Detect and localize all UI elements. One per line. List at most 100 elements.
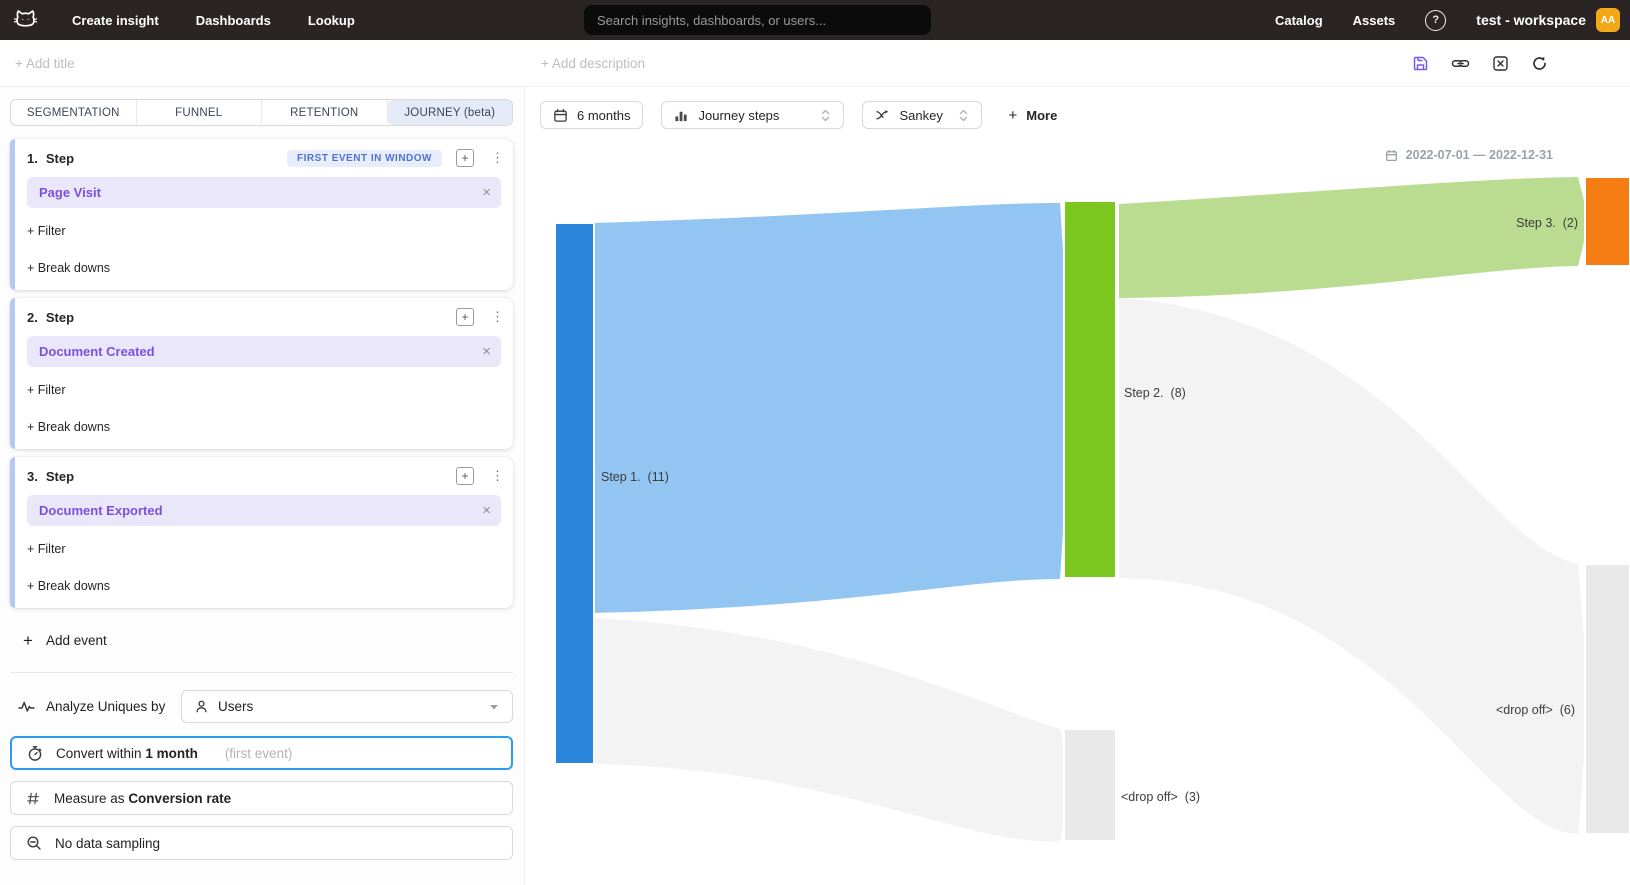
add-step-event-button[interactable]: + (456, 467, 474, 485)
date-range-text: 2022-07-01 — 2022-12-31 (1406, 148, 1553, 162)
workspace-name: test - workspace (1476, 12, 1586, 28)
add-breakdown-link[interactable]: + Break downs (27, 420, 501, 434)
nav-assets[interactable]: Assets (1353, 13, 1396, 28)
bar-chart-icon (674, 108, 689, 123)
insight-header-bar: + Add title + Add description (0, 40, 1630, 86)
flow-step1-step2[interactable] (594, 203, 1072, 613)
date-range-display: 2022-07-01 — 2022-12-31 (540, 147, 1630, 163)
help-icon[interactable]: ? (1425, 10, 1446, 31)
node-step2[interactable] (1064, 201, 1116, 578)
event-name: Page Visit (39, 185, 101, 200)
step-header: 3. Step + ⋮ (27, 467, 501, 485)
event-name: Document Exported (39, 503, 163, 518)
step-menu-icon[interactable]: ⋮ (491, 150, 501, 166)
add-step-event-button[interactable]: + (456, 149, 474, 167)
close-icon[interactable]: × (482, 184, 491, 201)
chart-type-select[interactable]: Journey steps (661, 101, 844, 129)
flow-step2-step3[interactable] (1119, 177, 1589, 298)
stopwatch-icon (27, 745, 43, 762)
nav-create-insight[interactable]: Create insight (72, 13, 159, 28)
nav-lookup[interactable]: Lookup (308, 13, 355, 28)
event-name: Document Created (39, 344, 155, 359)
label-dropoff-step1: <drop off> (3) (1121, 790, 1200, 804)
tab-segmentation[interactable]: SEGMENTATION (11, 100, 137, 125)
workspace-menu[interactable]: test - workspace AA (1476, 8, 1620, 32)
viz-type-select[interactable]: Sankey (862, 101, 982, 129)
more-label: More (1026, 108, 1057, 123)
calendar-icon (553, 108, 568, 123)
tab-funnel[interactable]: FUNNEL (137, 100, 263, 125)
add-breakdown-link[interactable]: + Break downs (27, 261, 501, 275)
add-title-field[interactable]: + Add title (15, 56, 75, 71)
node-dropoff-step2[interactable] (1585, 564, 1629, 834)
chevron-updown-icon (958, 108, 969, 123)
step-index: 2. (27, 310, 38, 325)
node-step1[interactable] (555, 223, 594, 764)
measure-text: Measure as Conversion rate (54, 791, 231, 806)
nav-dashboards[interactable]: Dashboards (196, 13, 271, 28)
global-search-input[interactable]: Search insights, dashboards, or users... (584, 5, 931, 35)
plus-icon: + (1008, 107, 1017, 124)
close-icon[interactable]: × (482, 502, 491, 519)
step-title: Step (46, 469, 74, 484)
step-card-2: 2. Step + ⋮ Document Created × + Filter … (10, 298, 513, 449)
event-pill[interactable]: Document Exported × (27, 495, 501, 526)
insight-actions (1412, 55, 1548, 72)
convert-value: 1 month (145, 746, 198, 761)
analyze-by-value: Users (218, 699, 253, 714)
query-builder-panel: SEGMENTATION FUNNEL RETENTION JOURNEY (b… (0, 87, 525, 885)
tab-retention[interactable]: RETENTION (262, 100, 388, 125)
add-breakdown-link[interactable]: + Break downs (27, 579, 501, 593)
save-icon[interactable] (1412, 55, 1429, 72)
step-menu-icon[interactable]: ⋮ (491, 309, 501, 325)
avatar[interactable]: AA (1596, 8, 1620, 32)
top-nav-menu: Create insight Dashboards Lookup (72, 13, 355, 28)
refresh-icon[interactable] (1531, 55, 1548, 72)
step-menu-icon[interactable]: ⋮ (491, 468, 501, 484)
link-icon[interactable] (1451, 55, 1470, 72)
convert-within-setting[interactable]: Convert within 1 month (first event) (10, 736, 513, 770)
more-button[interactable]: + More (1008, 107, 1057, 124)
date-range-button[interactable]: 6 months (540, 101, 643, 129)
step-card-3: 3. Step + ⋮ Document Exported × + Filter… (10, 457, 513, 608)
node-step3[interactable] (1585, 177, 1629, 266)
add-description-field[interactable]: + Add description (541, 56, 645, 71)
flow-step2-dropoff[interactable] (1119, 298, 1589, 834)
event-pill[interactable]: Document Created × (27, 336, 501, 367)
analyze-by-select[interactable]: Users (181, 690, 513, 723)
close-icon[interactable]: × (482, 343, 491, 360)
step-header: 1. Step FIRST EVENT IN WINDOW + ⋮ (27, 149, 501, 167)
flow-step1-dropoff[interactable] (594, 618, 1072, 841)
sampling-label: No data sampling (55, 836, 160, 851)
add-filter-link[interactable]: + Filter (27, 542, 501, 556)
convert-text: Convert within 1 month (56, 746, 198, 761)
close-box-icon[interactable] (1492, 55, 1509, 72)
divider (10, 672, 513, 673)
add-filter-link[interactable]: + Filter (27, 383, 501, 397)
main-content: SEGMENTATION FUNNEL RETENTION JOURNEY (b… (0, 86, 1630, 885)
add-event-button[interactable]: + Add event (23, 632, 513, 649)
add-filter-link[interactable]: + Filter (27, 224, 501, 238)
convert-prefix: Convert within (56, 746, 142, 761)
tab-journey[interactable]: JOURNEY (beta) (388, 100, 513, 125)
add-step-event-button[interactable]: + (456, 308, 474, 326)
chevron-down-icon (488, 703, 500, 711)
step-index: 3. (27, 469, 38, 484)
top-nav-right: Catalog Assets ? test - workspace AA (1275, 0, 1620, 40)
measure-as-setting[interactable]: Measure as Conversion rate (10, 781, 513, 815)
viz-type-value: Sankey (899, 108, 942, 123)
node-dropoff-step1[interactable] (1064, 729, 1116, 841)
cat-logo[interactable] (8, 3, 42, 37)
calendar-icon (1385, 149, 1398, 162)
date-range-value: 6 months (577, 108, 630, 123)
step-header: 2. Step + ⋮ (27, 308, 501, 326)
insight-type-tabs: SEGMENTATION FUNNEL RETENTION JOURNEY (b… (10, 99, 513, 126)
label-step2: Step 2. (8) (1124, 386, 1186, 400)
data-sampling-setting[interactable]: No data sampling (10, 826, 513, 860)
sankey-chart[interactable]: Step 1. (11) Step 2. (8) Step 3. (2) <dr… (534, 171, 1630, 856)
plus-icon: + (23, 632, 33, 649)
zoom-out-icon (26, 835, 42, 851)
event-pill[interactable]: Page Visit × (27, 177, 501, 208)
chevron-updown-icon (820, 108, 831, 123)
nav-catalog[interactable]: Catalog (1275, 13, 1323, 28)
